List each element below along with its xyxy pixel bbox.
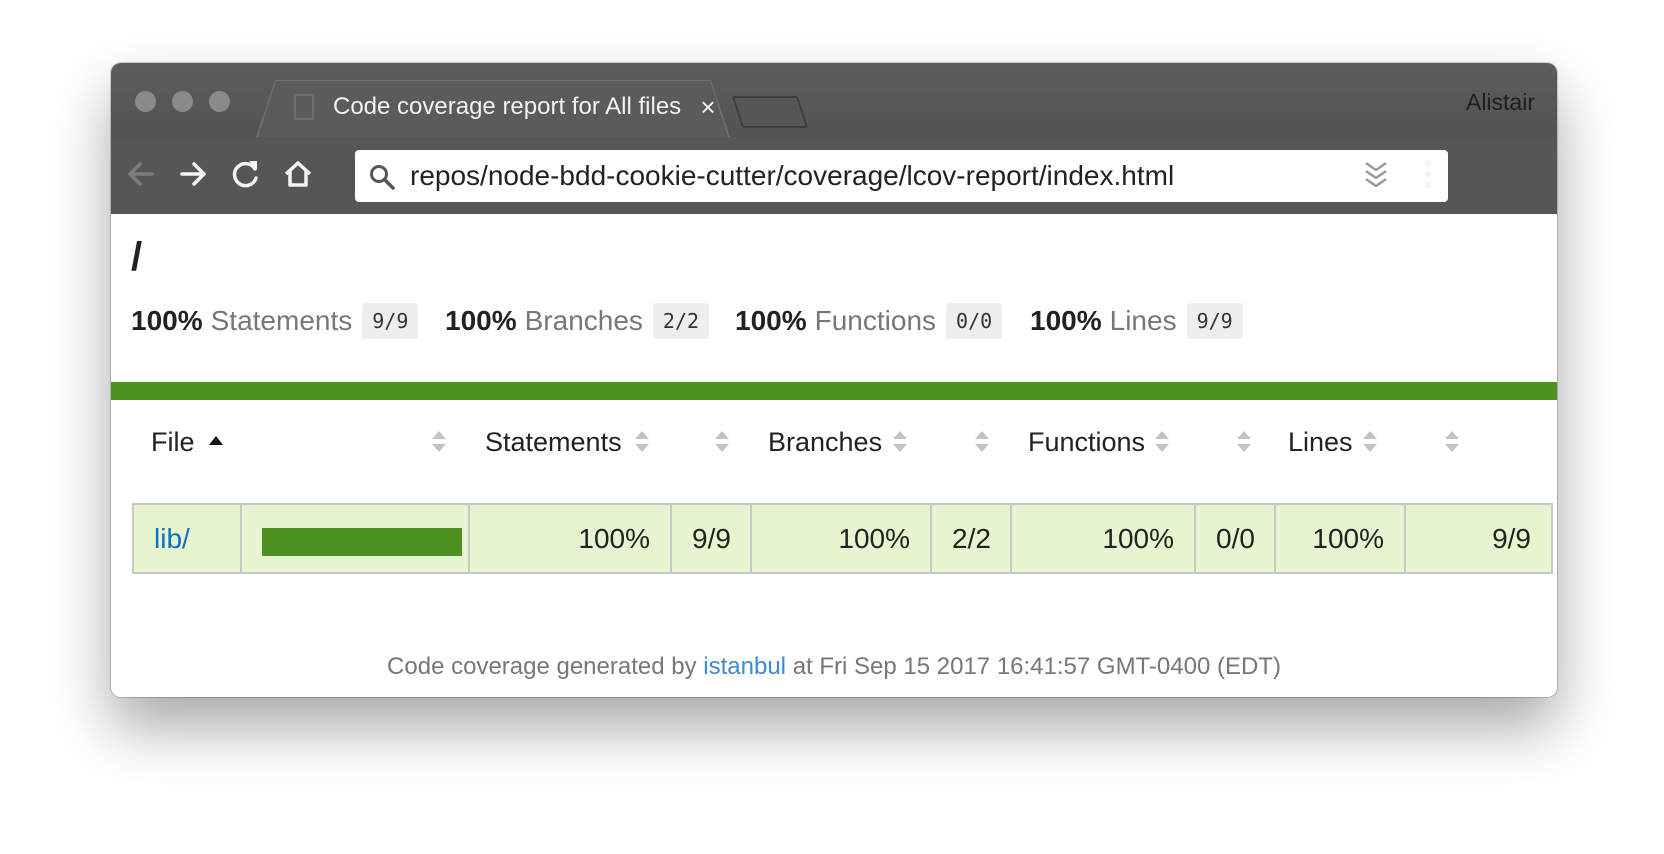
column-header-branches[interactable]: Branches: [768, 414, 882, 470]
title-bar: Code coverage report for All files × Ali…: [111, 63, 1557, 137]
browser-window: Code coverage report for All files × Ali…: [111, 63, 1557, 697]
minimize-window-button[interactable]: [172, 91, 193, 112]
back-arrow-icon[interactable]: [117, 149, 167, 199]
istanbul-link[interactable]: istanbul: [703, 653, 786, 680]
summary-pct: 100%: [1030, 305, 1102, 336]
search-icon: [367, 162, 397, 192]
sort-icon[interactable]: [431, 430, 447, 454]
summary-branches: 100% Branches 2/2: [445, 301, 710, 341]
summary-fraction: 0/0: [946, 303, 1003, 339]
functions-fraction-cell: 0/0: [1196, 505, 1276, 572]
summary-functions: 100% Functions 0/0: [735, 301, 1003, 341]
summary-lines: 100% Lines 9/9: [1030, 301, 1243, 341]
branches-pct-cell: 100%: [752, 505, 932, 572]
branches-fraction-cell: 2/2: [932, 505, 1012, 572]
summary-pct: 100%: [445, 305, 517, 336]
statements-fraction-cell: 9/9: [672, 505, 752, 572]
summary-statements: 100% Statements 9/9: [131, 301, 419, 341]
footer: Code coverage generated by istanbul at F…: [111, 651, 1557, 683]
coverage-report-page: / 100% Statements 9/9 100% Branches 2/2 100%…: [111, 214, 1557, 697]
zoom-window-button[interactable]: [209, 91, 230, 112]
footer-prefix: Code coverage generated by: [387, 653, 697, 680]
kebab-menu-icon[interactable]: [1403, 149, 1453, 199]
coverage-bar-cell: [242, 505, 470, 572]
address-bar[interactable]: [355, 150, 1448, 202]
coverage-bar-fill: [262, 528, 462, 556]
reload-icon[interactable]: [221, 149, 271, 199]
column-header-file[interactable]: File: [151, 414, 195, 470]
close-window-button[interactable]: [135, 91, 156, 112]
summary-pct: 100%: [131, 305, 203, 336]
summary-label: Lines: [1109, 305, 1177, 336]
coverage-status-bar: [111, 382, 1557, 400]
coverage-bar: [262, 528, 462, 556]
lines-fraction-cell: 9/9: [1492, 523, 1531, 554]
column-header-statements[interactable]: Statements: [485, 414, 622, 470]
statements-pct-cell: 100%: [470, 505, 672, 572]
sort-icon[interactable]: [1444, 430, 1460, 454]
summary-fraction: 9/9: [362, 303, 419, 339]
summary-pct: 100%: [735, 305, 807, 336]
summary-label: Functions: [814, 305, 937, 336]
column-header-lines[interactable]: Lines: [1288, 414, 1353, 470]
chevrons-down-icon[interactable]: [1351, 149, 1401, 199]
browser-toolbar: [111, 137, 1557, 214]
lines-pct-cell: 100%: [1276, 505, 1406, 572]
sort-ascending-icon[interactable]: [209, 436, 223, 445]
sort-icon[interactable]: [714, 430, 730, 454]
summary-label: Branches: [524, 305, 643, 336]
footer-suffix: at Fri Sep 15 2017 16:41:57 GMT-0400 (ED…: [792, 653, 1281, 680]
home-icon[interactable]: [273, 149, 323, 199]
summary-fraction: 9/9: [1186, 303, 1243, 339]
file-cell: lib/: [134, 505, 242, 572]
file-link[interactable]: lib/: [154, 523, 190, 554]
forward-arrow-icon[interactable]: [169, 149, 219, 199]
page-icon: [294, 94, 314, 120]
tab-title: Code coverage report for All files: [333, 93, 682, 120]
profile-name[interactable]: Alistair: [1466, 87, 1535, 117]
functions-pct-cell: 100%: [1012, 505, 1196, 572]
sort-icon[interactable]: [1362, 430, 1378, 454]
sort-icon[interactable]: [634, 430, 650, 454]
sort-icon[interactable]: [892, 430, 908, 454]
summary-fraction: 2/2: [652, 303, 710, 339]
table-row: lib/ 100% 9/9 100% 2/2 100% 0/0 100% 9/9: [132, 503, 1553, 574]
sort-icon[interactable]: [974, 430, 990, 454]
url-input[interactable]: [410, 150, 1438, 202]
sort-icon[interactable]: [1154, 430, 1170, 454]
summary-label: Statements: [210, 305, 353, 336]
tab-close-icon[interactable]: ×: [693, 91, 723, 123]
column-header-functions[interactable]: Functions: [1028, 414, 1145, 470]
breadcrumb: /: [131, 235, 143, 279]
new-tab-button[interactable]: [731, 96, 809, 128]
sort-icon[interactable]: [1236, 430, 1252, 454]
